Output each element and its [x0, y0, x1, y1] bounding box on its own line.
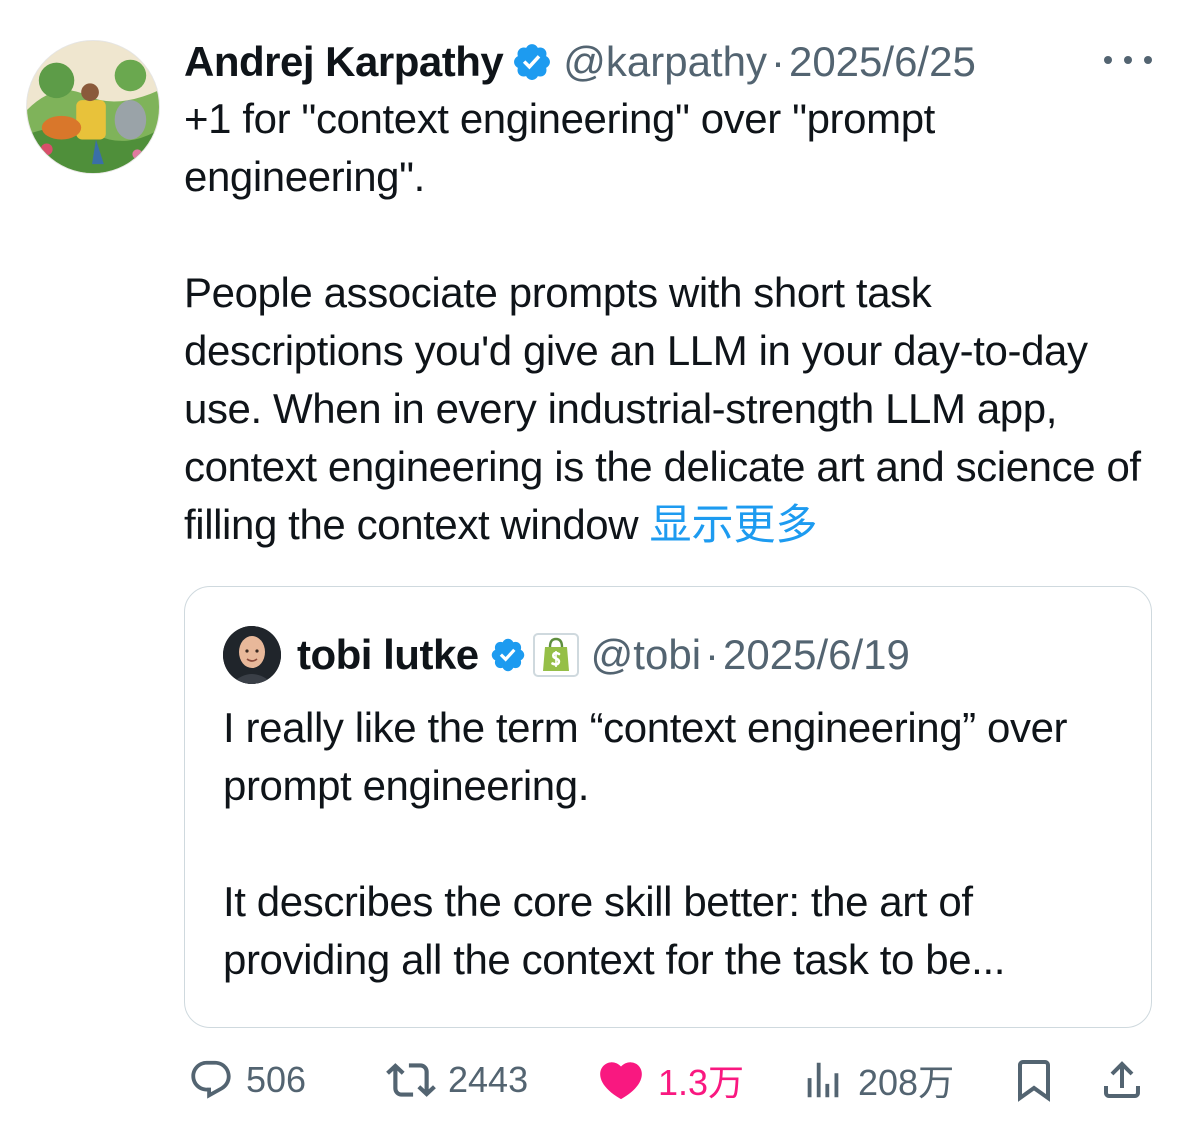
verified-badge-icon[interactable] — [511, 41, 553, 83]
quote-header: tobi lutke @tobi · 2025/6/19 — [223, 625, 910, 685]
views-icon — [807, 1062, 839, 1098]
quote-paragraph-2: It describes the core skill better: the … — [223, 878, 1005, 983]
bookmark-button[interactable] — [1010, 1048, 1058, 1112]
reply-icon — [191, 1060, 231, 1099]
quote-author-avatar[interactable] — [223, 626, 281, 684]
retweet-count: 2443 — [448, 1059, 529, 1100]
share-icon — [1104, 1061, 1140, 1098]
tweet-date[interactable]: 2025/6/25 — [789, 38, 976, 86]
separator-dot: · — [705, 631, 720, 678]
tweet-header: Andrej Karpathy @karpathy · 2025/6/25 — [184, 34, 1154, 90]
retweet-button[interactable]: 2443 — [386, 1048, 528, 1112]
verified-badge-icon[interactable] — [489, 636, 527, 674]
views-button[interactable]: 208万 — [800, 1048, 954, 1112]
quote-avatar-portrait — [223, 626, 281, 684]
like-button[interactable]: 1.3万 — [596, 1048, 744, 1112]
reply-count: 506 — [246, 1059, 307, 1100]
quote-text: I really like the term “context engineer… — [223, 699, 1123, 989]
tweet-page: Andrej Karpathy @karpathy · 2025/6/25 +1… — [0, 0, 1179, 1138]
quote-author-name[interactable]: tobi lutke — [297, 631, 479, 679]
views-count: 208万 — [858, 1062, 955, 1103]
tweet-text: +1 for "context engineering" over "promp… — [184, 90, 1144, 554]
tweet-paragraph-1: +1 for "context engineering" over "promp… — [184, 95, 935, 200]
tweet-paragraph-2: People associate prompts with short task… — [184, 264, 1144, 554]
retweet-icon — [386, 1063, 436, 1097]
avatar-illustration — [27, 41, 159, 173]
shopify-badge-icon[interactable] — [532, 633, 579, 677]
reply-button[interactable]: 506 — [188, 1048, 306, 1112]
like-count: 1.3万 — [658, 1062, 745, 1103]
quote-author-handle[interactable]: @tobi — [591, 631, 701, 679]
author-avatar[interactable] — [26, 40, 160, 174]
action-bar: 506 2443 1.3万 208万 — [184, 1048, 1150, 1112]
more-dot — [1144, 56, 1152, 64]
separator-dot: · — [770, 38, 785, 85]
more-icon[interactable] — [1104, 48, 1152, 72]
author-handle[interactable]: @karpathy — [563, 38, 767, 86]
quoted-tweet-card[interactable]: tobi lutke @tobi · 2025/6/19 I really li… — [184, 586, 1152, 1028]
bookmark-icon — [1018, 1060, 1050, 1102]
show-more-link[interactable]: 显示更多 — [649, 500, 817, 549]
quote-paragraph-1: I really like the term “context engineer… — [223, 704, 1068, 809]
share-button[interactable] — [1098, 1048, 1146, 1112]
quote-date[interactable]: 2025/6/19 — [723, 631, 910, 679]
more-dot — [1124, 56, 1132, 64]
heart-icon — [600, 1062, 642, 1100]
more-dot — [1104, 56, 1112, 64]
author-name[interactable]: Andrej Karpathy — [184, 38, 504, 86]
